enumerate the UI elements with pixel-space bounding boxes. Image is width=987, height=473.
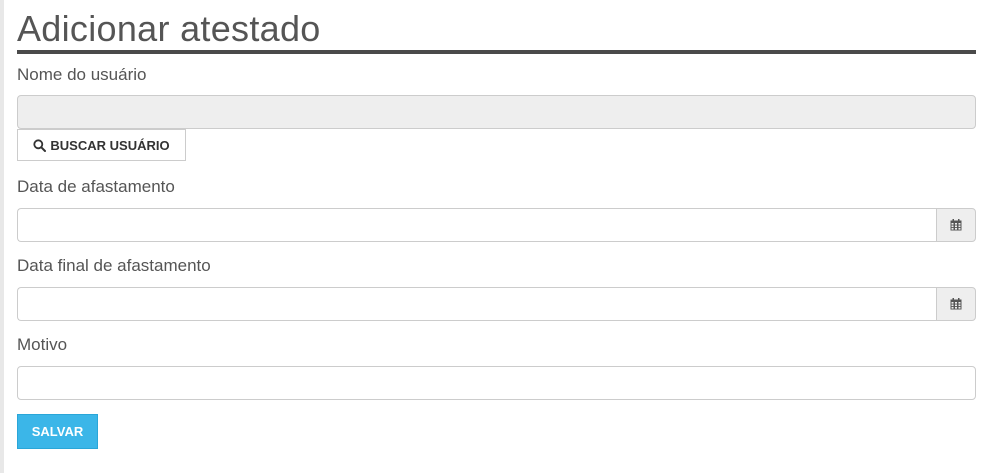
leave-date-calendar-button[interactable] <box>936 208 976 242</box>
user-name-label: Nome do usuário <box>17 65 147 84</box>
search-icon <box>33 138 47 152</box>
reason-label: Motivo <box>17 335 68 354</box>
calendar-icon <box>950 298 962 310</box>
leave-end-date-calendar-button[interactable] <box>936 287 976 321</box>
save-button-label: SALVAR <box>31 424 84 439</box>
search-user-button[interactable]: BUSCAR USUÁRIO <box>17 129 186 161</box>
leave-end-date-group <box>17 287 976 321</box>
leave-end-date-label: Data final de afastamento <box>17 256 211 275</box>
leave-date-field[interactable] <box>17 208 936 242</box>
search-user-button-label: BUSCAR USUÁRIO <box>50 137 170 153</box>
calendar-icon <box>950 219 962 231</box>
page-title: Adicionar atestado <box>17 8 321 49</box>
leave-end-date-field[interactable] <box>17 287 936 321</box>
save-button[interactable]: SALVAR <box>17 414 98 449</box>
leave-date-label: Data de afastamento <box>17 177 175 196</box>
page-edge-strip <box>0 0 4 473</box>
leave-date-group <box>17 208 976 242</box>
reason-field[interactable] <box>17 366 976 400</box>
user-name-field[interactable] <box>17 95 976 129</box>
add-certificate-form: Adicionar atestado Nome do usuário BUSCA… <box>17 0 976 449</box>
title-divider <box>17 50 976 54</box>
